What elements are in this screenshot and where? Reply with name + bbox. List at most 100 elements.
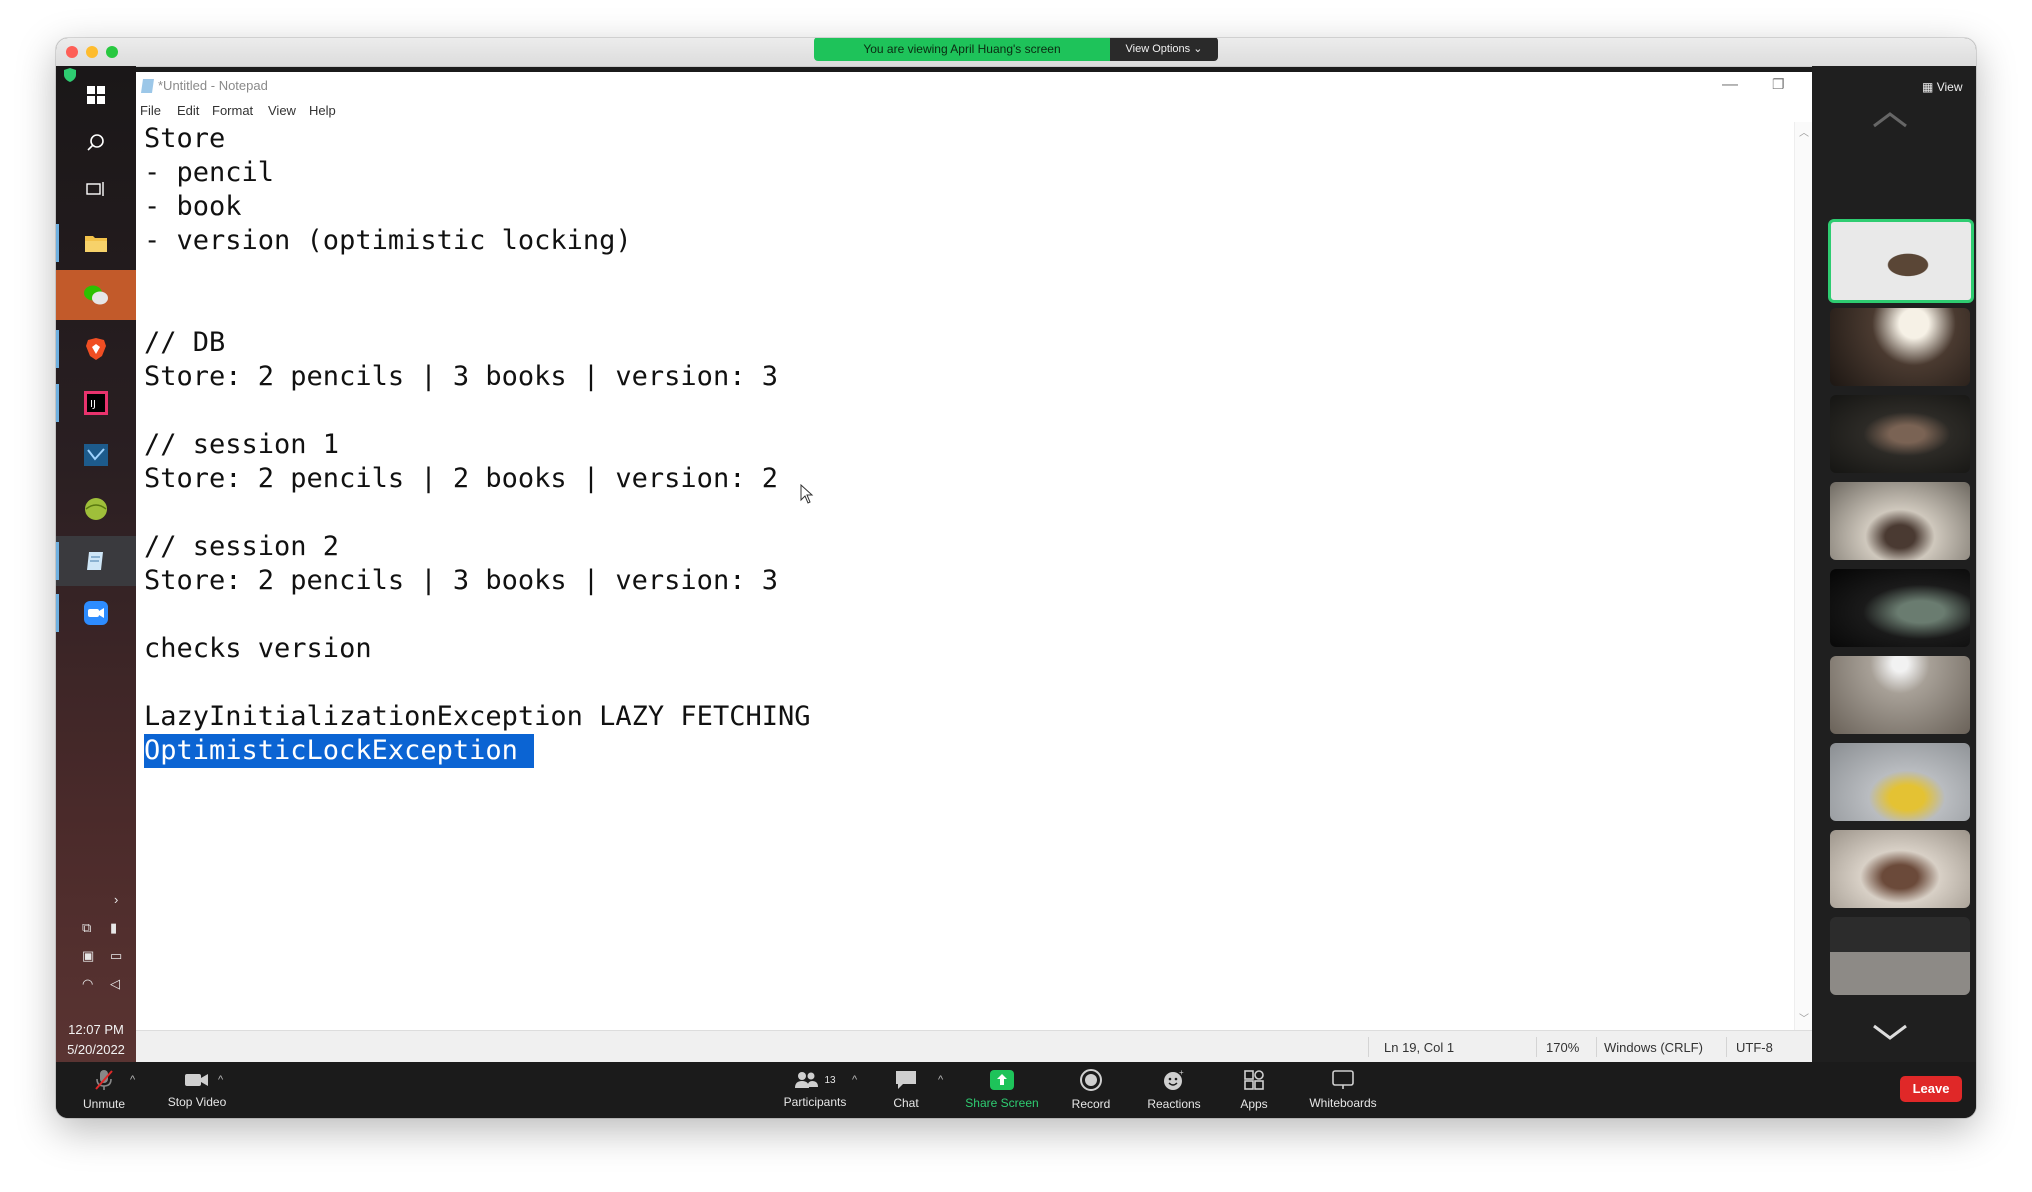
meeting-toolbar: Unmute ^ Stop Video ^ 13 Participants ^ …: [56, 1062, 1976, 1118]
scroll-up-chevron-icon[interactable]: [1872, 110, 1908, 135]
video-camera-icon: [185, 1074, 208, 1086]
text-line: - pencil: [144, 157, 275, 188]
text-line: - version (optimistic locking): [144, 225, 632, 256]
chevron-right-icon[interactable]: ›: [114, 892, 118, 907]
notepad-app-icon: [140, 78, 156, 99]
volume-icon[interactable]: ◁: [110, 976, 120, 992]
tray-microphone-icon[interactable]: ▮: [110, 920, 117, 936]
share-screen-label: Share Screen: [965, 1096, 1039, 1110]
notepad-text-area[interactable]: Store - pencil - book - version (optimis…: [136, 122, 1794, 1030]
text-line: - book: [144, 191, 242, 222]
whiteboards-label: Whiteboards: [1309, 1096, 1377, 1110]
participant-video-active[interactable]: [1828, 219, 1974, 303]
stop-video-button[interactable]: Stop Video: [156, 1062, 238, 1118]
selected-text-line[interactable]: OptimisticLockException: [144, 734, 534, 768]
text-line: Store: 2 pencils | 3 books | version: 3: [144, 361, 778, 392]
line-ending: Windows (CRLF): [1604, 1040, 1703, 1055]
zoom-window: You are viewing April Huang's screen Vie…: [56, 38, 1976, 1118]
notepad-taskbar-icon[interactable]: [56, 536, 136, 586]
view-button[interactable]: ▦ View: [1922, 80, 1962, 94]
chat-bubble-icon: [896, 1071, 916, 1089]
apps-label: Apps: [1240, 1097, 1268, 1111]
close-window-button[interactable]: [66, 46, 78, 58]
wechat-icon[interactable]: [56, 270, 136, 320]
scroll-down-chevron-icon[interactable]: [1872, 1022, 1908, 1047]
whiteboards-button[interactable]: Whiteboards: [1296, 1062, 1390, 1118]
stop-video-label: Stop Video: [167, 1095, 227, 1109]
apps-button[interactable]: Apps: [1226, 1062, 1282, 1118]
participants-button[interactable]: 13 Participants: [772, 1062, 858, 1118]
reactions-smiley-icon: +: [1164, 1069, 1184, 1090]
taskbar-time[interactable]: 12:07 PM: [56, 1022, 136, 1037]
menu-format[interactable]: Format: [212, 100, 253, 122]
participants-icon: [795, 1072, 819, 1088]
unmute-button[interactable]: Unmute: [74, 1062, 134, 1118]
microphone-muted-icon: [95, 1070, 113, 1090]
svg-text:IJ: IJ: [90, 399, 96, 410]
scroll-down-arrow-icon[interactable]: ﹀: [1799, 1010, 1809, 1025]
share-screen-button[interactable]: Share Screen: [956, 1062, 1048, 1118]
search-icon[interactable]: [56, 118, 136, 168]
file-explorer-icon[interactable]: [56, 218, 136, 268]
view-options-button[interactable]: View Options ⌄: [1110, 38, 1218, 61]
menu-edit[interactable]: Edit: [177, 100, 199, 122]
participant-video[interactable]: [1830, 917, 1970, 995]
text-line: // DB: [144, 327, 226, 358]
menu-help[interactable]: Help: [309, 100, 336, 122]
participants-count: 13: [824, 1074, 836, 1086]
participant-video[interactable]: [1830, 656, 1970, 734]
grid-icon: ▦: [1922, 80, 1934, 94]
taskbar-date[interactable]: 5/20/2022: [56, 1042, 136, 1057]
viewing-screen-banner: You are viewing April Huang's screen: [814, 38, 1110, 61]
participants-caret-icon[interactable]: ^: [852, 1074, 857, 1086]
brave-browser-icon[interactable]: [56, 324, 136, 374]
participant-video[interactable]: [1830, 482, 1970, 560]
text-line: Store: [144, 123, 226, 154]
participant-video[interactable]: [1830, 569, 1970, 647]
share-screen-icon: [990, 1070, 1014, 1090]
chat-caret-icon[interactable]: ^: [938, 1074, 943, 1086]
record-button[interactable]: Record: [1056, 1062, 1126, 1118]
cursor-position: Ln 19, Col 1: [1384, 1040, 1455, 1055]
encoding: UTF-8: [1736, 1040, 1773, 1055]
participant-gallery: ▦ View: [1812, 66, 1976, 1062]
video-options-caret-icon[interactable]: ^: [218, 1074, 223, 1086]
mysql-workbench-icon[interactable]: [56, 430, 136, 480]
reactions-button[interactable]: + Reactions: [1136, 1062, 1212, 1118]
zoom-app-icon[interactable]: [56, 588, 136, 638]
audio-options-caret-icon[interactable]: ^: [130, 1074, 135, 1086]
tray-screen-icon[interactable]: ▣: [82, 948, 94, 964]
unmute-label: Unmute: [82, 1097, 126, 1111]
wifi-icon[interactable]: ◠: [82, 976, 93, 992]
participant-video[interactable]: [1830, 308, 1970, 386]
participant-video[interactable]: [1830, 743, 1970, 821]
battery-icon[interactable]: ▭: [110, 948, 122, 964]
zoom-window-button[interactable]: [106, 46, 118, 58]
text-line: Store: 2 pencils | 2 books | version: 2: [144, 463, 778, 494]
text-line: LazyInitializationException LAZY FETCHIN…: [144, 701, 811, 732]
app-ball-icon[interactable]: [56, 484, 136, 534]
intellij-idea-icon[interactable]: IJ: [56, 378, 136, 428]
menu-view[interactable]: View: [268, 100, 296, 122]
notepad-window: *Untitled - Notepad — ❐ ✕ File Edit Form…: [136, 72, 1841, 1063]
text-line: checks version: [144, 633, 372, 664]
windows-start-icon[interactable]: [56, 70, 136, 120]
minimize-window-button[interactable]: [86, 46, 98, 58]
leave-button[interactable]: Leave: [1900, 1076, 1962, 1102]
vertical-scrollbar[interactable]: ︿ ﹀: [1794, 122, 1813, 1030]
scroll-up-arrow-icon[interactable]: ︿: [1799, 124, 1809, 139]
participant-video[interactable]: [1830, 395, 1970, 473]
svg-text:+: +: [1179, 1069, 1184, 1077]
restore-icon[interactable]: ❐: [1772, 76, 1785, 93]
text-line: // session 1: [144, 429, 340, 460]
apps-icon: [1244, 1070, 1264, 1090]
chat-button[interactable]: Chat: [876, 1062, 936, 1118]
task-view-icon[interactable]: [56, 164, 136, 214]
status-divider: [1726, 1037, 1727, 1057]
minimize-icon[interactable]: —: [1722, 76, 1738, 94]
status-divider: [1536, 1037, 1537, 1057]
menu-file[interactable]: File: [140, 100, 161, 122]
participant-video[interactable]: [1830, 830, 1970, 908]
chat-label: Chat: [893, 1096, 919, 1110]
tray-camera-icon[interactable]: ⧉: [82, 920, 91, 936]
